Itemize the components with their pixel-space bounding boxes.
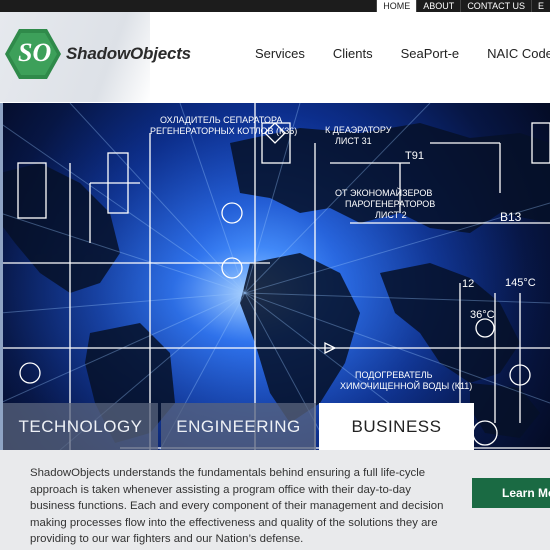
tab-business[interactable]: BUSINESS <box>319 403 474 450</box>
tab-content-panel: ShadowObjects understands the fundamenta… <box>0 450 550 550</box>
label-sheet-31: ЛИСТ 31 <box>335 136 372 146</box>
main-nav: Services Clients SeaPort-e NAIC Codes <box>255 46 550 61</box>
top-nav-about[interactable]: ABOUT <box>416 0 460 12</box>
label-deaerator: К ДЕАЭРАТОРУ <box>325 125 392 135</box>
tab-engineering[interactable]: ENGINEERING <box>161 403 316 450</box>
hero-edge <box>0 103 3 450</box>
logo-mark-s: SO <box>18 38 51 67</box>
logo-hexagon-icon: SO <box>5 29 61 79</box>
label-sheet-2: ЛИСТ 2 <box>375 210 407 220</box>
learn-more-button[interactable]: Learn More <box>472 478 550 508</box>
top-nav: HOME ABOUT CONTACT US E <box>376 0 550 12</box>
hero-banner: ОТ ЭКОНОМАЙЗЕРОВ ПАРОГЕНЕРАТОРОВ ЛИСТ 2 … <box>0 103 550 450</box>
nav-naic-codes[interactable]: NAIC Codes <box>487 46 550 61</box>
label-steam-generators: ПАРОГЕНЕРАТОРОВ <box>345 199 435 209</box>
top-nav-home[interactable]: HOME <box>376 0 417 12</box>
logo-wordmark: ShadowObjects <box>66 44 191 64</box>
label-economizer: ОТ ЭКОНОМАЙЗЕРОВ <box>335 187 432 198</box>
label-temp-36: 36°С <box>470 309 495 321</box>
nav-seaport-e[interactable]: SeaPort-e <box>401 46 460 61</box>
business-description: ShadowObjects understands the fundamenta… <box>30 467 444 545</box>
hero-schematic-image: ОТ ЭКОНОМАЙЗЕРОВ ПАРОГЕНЕРАТОРОВ ЛИСТ 2 … <box>0 103 550 450</box>
top-utility-bar: HOME ABOUT CONTACT US E <box>0 0 550 12</box>
site-header: SO ShadowObjects Services Clients SeaPor… <box>0 12 550 102</box>
logo-name-part2: Objects <box>129 44 191 63</box>
label-temp-145: 145°С <box>505 277 536 289</box>
label-separator-cooler: ОХЛАДИТЕЛЬ СЕПАРАТОРА <box>160 115 282 125</box>
label-b13: В13 <box>500 210 522 224</box>
label-regen-boilers: РЕГЕНЕРАТОРНЫХ КОТЛОВ (К36) <box>150 126 297 136</box>
service-tabs: TECHNOLOGY ENGINEERING BUSINESS <box>3 403 477 450</box>
label-t91: Т91 <box>405 150 424 162</box>
logo-name-part1: Shadow <box>66 44 130 63</box>
top-nav-more[interactable]: E <box>530 0 550 12</box>
tab-technology[interactable]: TECHNOLOGY <box>3 403 158 450</box>
top-nav-contact[interactable]: CONTACT US <box>460 0 531 12</box>
nav-clients[interactable]: Clients <box>333 46 373 61</box>
site-logo[interactable]: SO ShadowObjects <box>4 26 214 82</box>
nav-services[interactable]: Services <box>255 46 305 61</box>
label-12: 12 <box>462 278 474 290</box>
label-heater: ПОДОГРЕВАТЕЛЬ <box>355 370 433 380</box>
label-chem-water: ХИМОЧИЩЕННОЙ ВОДЫ (К11) <box>340 380 472 391</box>
